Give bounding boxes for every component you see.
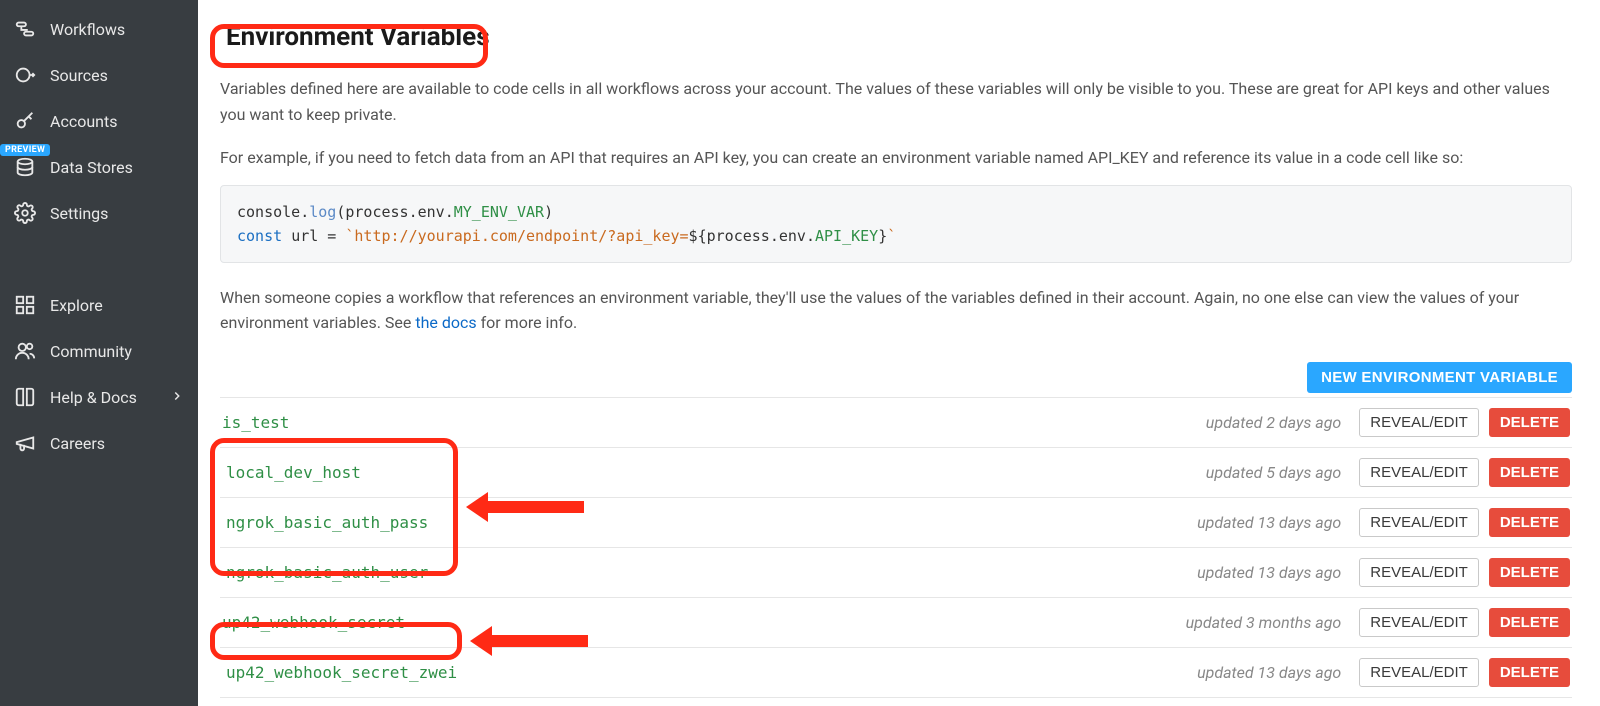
new-env-var-button[interactable]: NEW ENVIRONMENT VARIABLE: [1307, 362, 1572, 393]
sidebar-item-sources[interactable]: Sources: [0, 52, 198, 98]
reveal-edit-button[interactable]: REVEAL/EDIT: [1359, 558, 1479, 587]
sidebar-item-label: Workflows: [50, 20, 125, 39]
sidebar-item-careers[interactable]: Careers: [0, 420, 198, 466]
preview-badge: PREVIEW: [0, 144, 50, 156]
env-var-name: ngrok_basic_auth_pass: [222, 512, 1197, 533]
sidebar-item-help-docs[interactable]: Help & Docs: [0, 374, 198, 420]
env-var-name: local_dev_host: [222, 462, 1206, 483]
code-example: console.log(process.env.MY_ENV_VAR) cons…: [220, 185, 1572, 263]
env-var-updated: updated 13 days ago: [1197, 563, 1341, 582]
delete-button[interactable]: DELETE: [1489, 658, 1570, 687]
sidebar-item-community[interactable]: Community: [0, 328, 198, 374]
reveal-edit-button[interactable]: REVEAL/EDIT: [1359, 408, 1479, 437]
sidebar-item-label: Help & Docs: [50, 388, 137, 407]
env-var-row: up42_webhook_secretupdated 3 months ago R…: [220, 598, 1572, 648]
env-var-row: up42_webhook_secret_zweiupdated 13 days …: [220, 648, 1572, 698]
sidebar-item-label: Settings: [50, 204, 108, 223]
new-var-row: NEW ENVIRONMENT VARIABLE: [220, 362, 1572, 393]
sidebar-item-label: Explore: [50, 296, 103, 315]
sidebar-divider: [0, 236, 198, 276]
docs-link[interactable]: the docs: [415, 313, 476, 332]
sidebar-item-data-stores[interactable]: PREVIEW Data Stores: [0, 144, 198, 190]
page-description-2: When someone copies a workflow that refe…: [220, 285, 1550, 336]
env-var-name: up42_webhook_secret_zwei: [222, 662, 1197, 683]
sidebar-item-workflows[interactable]: Workflows: [0, 6, 198, 52]
page-description: Variables defined here are available to …: [220, 76, 1550, 171]
env-var-row: ngrok_basic_auth_userupdated 13 days ago…: [220, 548, 1572, 598]
env-var-name: ngrok_basic_auth_user: [222, 562, 1197, 583]
delete-button[interactable]: DELETE: [1489, 608, 1570, 637]
sidebar: Workflows Sources Accounts PREVIEW Data …: [0, 0, 198, 706]
grid-icon: [14, 294, 36, 316]
env-var-name: up42_webhook_secret: [222, 613, 1186, 632]
workflows-icon: [14, 18, 36, 40]
delete-button[interactable]: DELETE: [1489, 458, 1570, 487]
desc-para-2: For example, if you need to fetch data f…: [220, 145, 1550, 171]
page-title: Environment Variables: [220, 20, 496, 54]
key-icon: [14, 110, 36, 132]
chevron-right-icon: [170, 388, 184, 407]
reveal-edit-button[interactable]: REVEAL/EDIT: [1359, 508, 1479, 537]
env-var-updated: updated 2 days ago: [1206, 413, 1341, 432]
env-var-row: is_testupdated 2 days ago REVEAL/EDIT DELE…: [220, 397, 1572, 448]
sidebar-group-primary: Workflows Sources Accounts PREVIEW Data …: [0, 6, 198, 236]
users-icon: [14, 340, 36, 362]
sidebar-group-secondary: Explore Community Help & Docs Careers: [0, 282, 198, 466]
desc-para-1: Variables defined here are available to …: [220, 76, 1550, 127]
env-var-updated: updated 13 days ago: [1197, 513, 1341, 532]
reveal-edit-button[interactable]: REVEAL/EDIT: [1359, 658, 1479, 687]
sidebar-item-settings[interactable]: Settings: [0, 190, 198, 236]
sidebar-item-label: Accounts: [50, 112, 117, 131]
reveal-edit-button[interactable]: REVEAL/EDIT: [1359, 608, 1479, 637]
env-var-row: local_dev_hostupdated 5 days ago REVEAL/E…: [220, 448, 1572, 498]
book-icon: [14, 386, 36, 408]
delete-button[interactable]: DELETE: [1489, 558, 1570, 587]
sidebar-item-label: Community: [50, 342, 132, 361]
sidebar-item-label: Data Stores: [50, 158, 133, 177]
megaphone-icon: [14, 432, 36, 454]
sources-icon: [14, 64, 36, 86]
env-var-list: is_testupdated 2 days ago REVEAL/EDIT DELE…: [220, 397, 1572, 698]
env-var-updated: updated 13 days ago: [1197, 663, 1341, 682]
sidebar-item-label: Careers: [50, 434, 105, 453]
env-var-updated: updated 5 days ago: [1206, 463, 1341, 482]
main-content: Environment Variables Variables defined …: [198, 0, 1600, 706]
env-var-name: is_test: [222, 413, 1206, 432]
sidebar-item-explore[interactable]: Explore: [0, 282, 198, 328]
sidebar-item-accounts[interactable]: Accounts: [0, 98, 198, 144]
sidebar-item-label: Sources: [50, 66, 108, 85]
gear-icon: [14, 202, 36, 224]
database-icon: [14, 156, 36, 178]
delete-button[interactable]: DELETE: [1489, 408, 1570, 437]
env-var-row: ngrok_basic_auth_passupdated 13 days ago…: [220, 498, 1572, 548]
reveal-edit-button[interactable]: REVEAL/EDIT: [1359, 458, 1479, 487]
env-var-updated: updated 3 months ago: [1186, 613, 1342, 632]
desc-para-3: When someone copies a workflow that refe…: [220, 285, 1550, 336]
delete-button[interactable]: DELETE: [1489, 508, 1570, 537]
